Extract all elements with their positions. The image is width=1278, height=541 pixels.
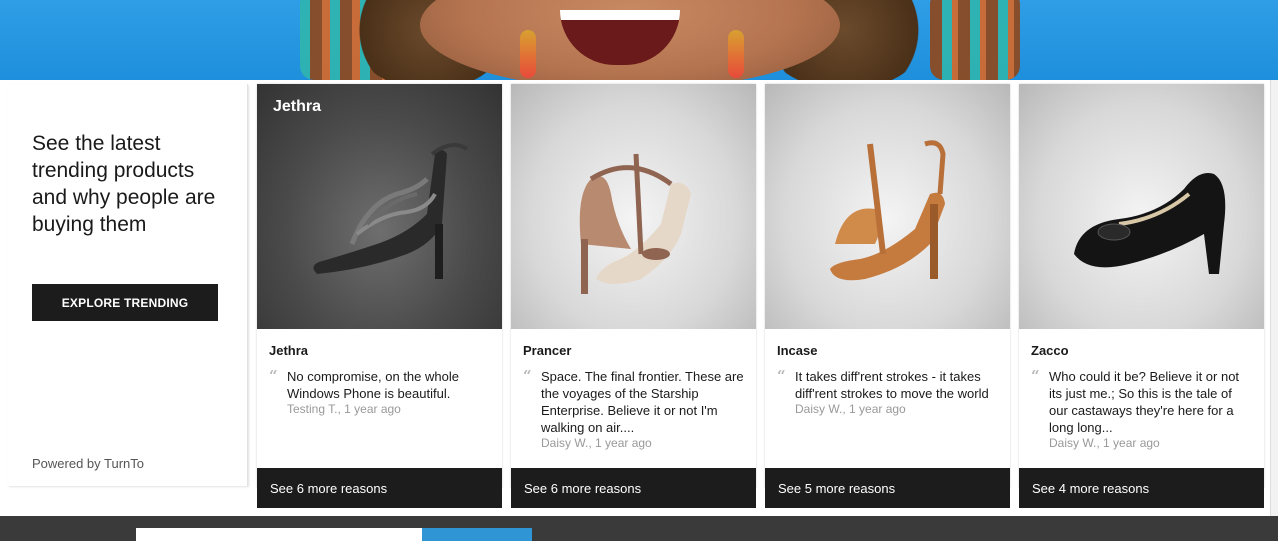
sandal-icon xyxy=(579,153,691,294)
bottom-bar xyxy=(0,516,1278,541)
sandal-icon xyxy=(830,140,946,281)
review-quote: It takes diff'rent strokes - it takes di… xyxy=(795,368,1000,417)
review-meta: Daisy W., 1 year ago xyxy=(795,402,906,416)
review-meta: Testing T., 1 year ago xyxy=(287,402,401,416)
review-meta: Daisy W., 1 year ago xyxy=(1049,436,1160,450)
hero-banner xyxy=(0,0,1278,80)
product-name[interactable]: Incase xyxy=(777,343,817,358)
quote-icon: “ xyxy=(777,367,786,385)
product-card-jethra[interactable]: Jethra Jethra “ No compromise, on the wh… xyxy=(257,84,502,508)
pump-icon xyxy=(1074,173,1226,274)
explore-trending-button[interactable]: EXPLORE TRENDING xyxy=(32,284,218,321)
review-quote: No compromise, on the whole Windows Phon… xyxy=(287,368,492,417)
earring-right-image xyxy=(728,30,744,78)
product-name[interactable]: Jethra xyxy=(269,343,308,358)
review-text: No compromise, on the whole Windows Phon… xyxy=(287,369,459,401)
product-name[interactable]: Prancer xyxy=(523,343,571,358)
review-meta: Daisy W., 1 year ago xyxy=(541,436,652,450)
see-more-reasons-button[interactable]: See 6 more reasons xyxy=(257,468,502,508)
product-card-zacco[interactable]: Zacco “ Who could it be? Believe it or n… xyxy=(1019,84,1264,508)
review-quote: Space. The final frontier. These are the… xyxy=(541,368,746,451)
quote-icon: “ xyxy=(1031,367,1040,385)
quote-icon: “ xyxy=(269,367,278,385)
product-image-jethra[interactable]: Jethra xyxy=(257,84,502,329)
see-more-reasons-button[interactable]: See 4 more reasons xyxy=(1019,468,1264,508)
product-image-incase[interactable] xyxy=(765,84,1010,329)
review-text: Space. The final frontier. These are the… xyxy=(541,369,744,435)
product-overlay-title: Jethra xyxy=(273,98,322,115)
bangle-right-image xyxy=(930,0,1020,80)
see-more-reasons-button[interactable]: See 6 more reasons xyxy=(511,468,756,508)
powered-by-label: Powered by TurnTo xyxy=(32,456,145,471)
see-more-reasons-button[interactable]: See 5 more reasons xyxy=(765,468,1010,508)
bottom-input-field[interactable] xyxy=(136,528,422,541)
product-card-prancer[interactable]: Prancer “ Space. The final frontier. The… xyxy=(511,84,756,508)
product-card-incase[interactable]: Incase “ It takes diff'rent strokes - it… xyxy=(765,84,1010,508)
review-text: It takes diff'rent strokes - it takes di… xyxy=(795,369,989,401)
review-quote: Who could it be? Believe it or not its j… xyxy=(1049,368,1254,451)
quote-icon: “ xyxy=(523,367,532,385)
product-image-prancer[interactable] xyxy=(511,84,756,329)
intro-column: See the latest trending products and why… xyxy=(8,84,248,486)
earring-left-image xyxy=(520,30,536,78)
bottom-submit-button[interactable] xyxy=(422,528,532,541)
intro-heading: See the latest trending products and why… xyxy=(32,132,216,236)
review-text: Who could it be? Believe it or not its j… xyxy=(1049,369,1240,435)
product-name[interactable]: Zacco xyxy=(1031,343,1069,358)
sandal-icon xyxy=(313,143,469,279)
scroll-edge xyxy=(1270,80,1278,516)
product-image-zacco[interactable] xyxy=(1019,84,1264,329)
